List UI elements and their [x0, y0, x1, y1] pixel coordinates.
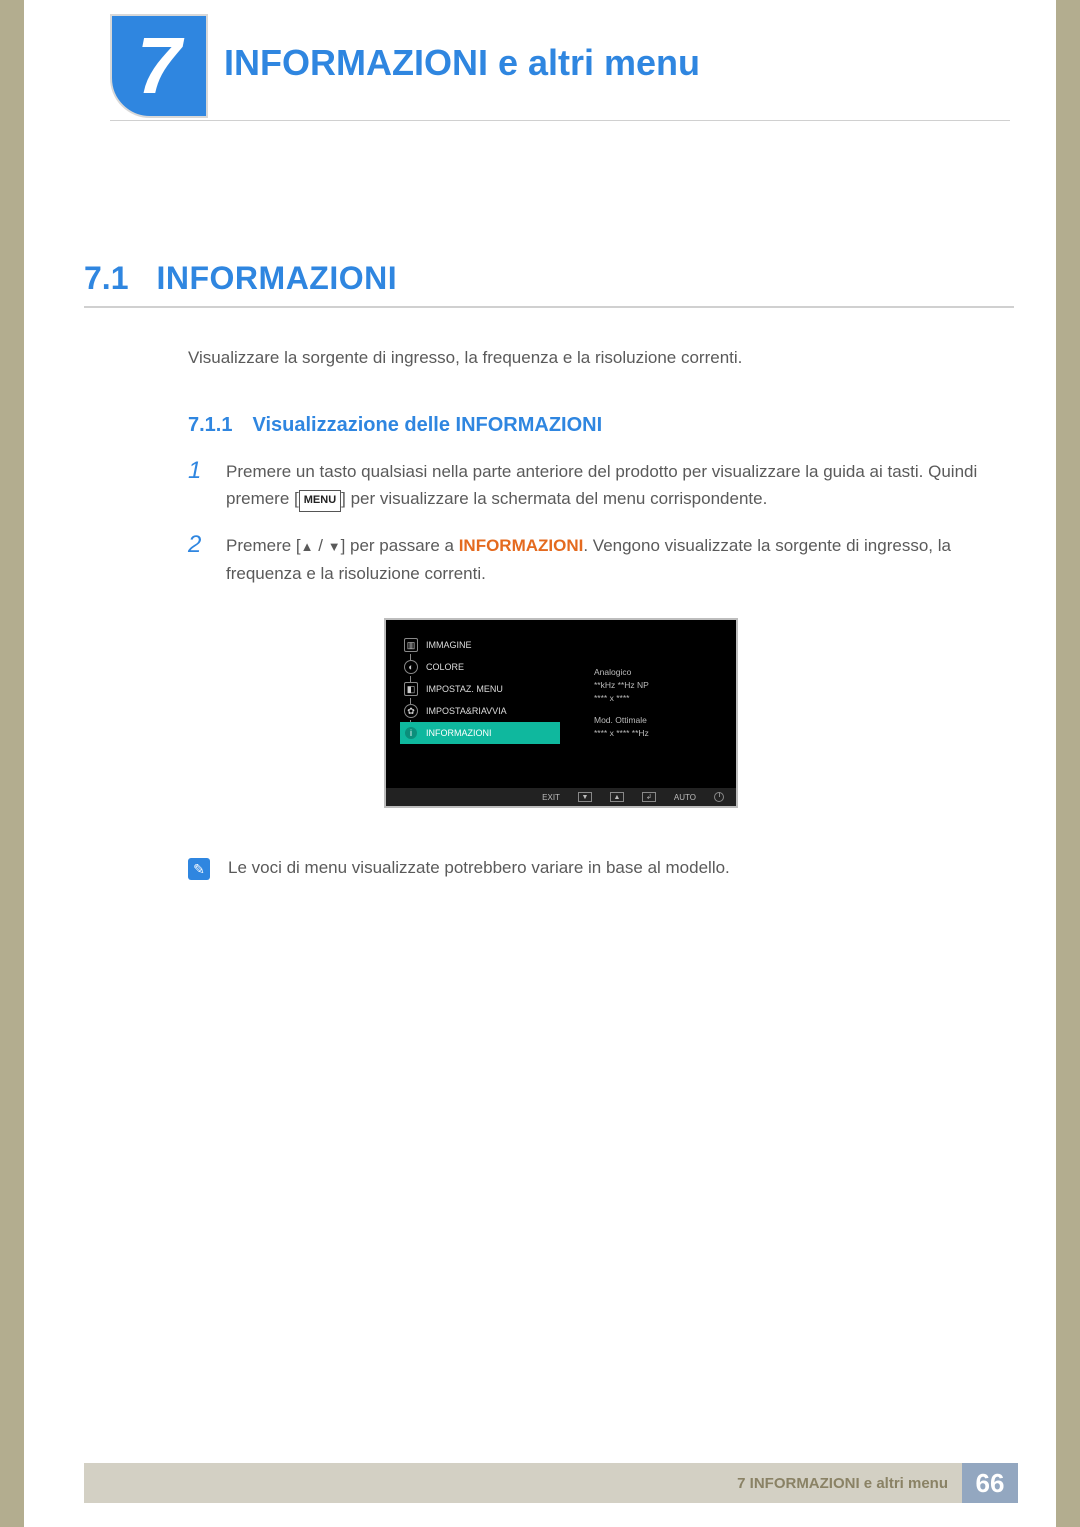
subsection-heading: 7.1.1 Visualizzazione delle INFORMAZIONI [188, 414, 602, 437]
osd-info-freq: **kHz **Hz NP [594, 679, 714, 692]
step-number: 2 [188, 532, 210, 586]
step-2: 2 Premere [▲ / ▼] per passare a INFORMAZ… [188, 532, 1008, 586]
osd-screenshot: ▥ IMMAGINE ◐ COLORE ◧ IMPOSTAZ. MENU ✿ I… [384, 618, 738, 808]
chapter-title: INFORMAZIONI e altri menu [224, 42, 700, 84]
subsection-title: Visualizzazione delle INFORMAZIONI [252, 414, 602, 437]
arrow-up-icon: ▲ [301, 539, 314, 554]
osd-item-informazioni: i INFORMAZIONI [400, 722, 560, 744]
note: ✎ Le voci di menu visualizzate potrebber… [188, 858, 730, 880]
chapter-underline [110, 120, 1010, 121]
section-number: 7.1 [84, 260, 128, 297]
arrow-down-icon: ▼ [328, 539, 341, 554]
osd-down-icon: ▼ [578, 792, 592, 802]
osd-item-label: IMPOSTAZ. MENU [426, 684, 503, 694]
page-footer: 7 INFORMAZIONI e altri menu 66 [84, 1463, 1018, 1503]
step-text-mid: ] per passare a [341, 536, 459, 555]
osd-item-label: INFORMAZIONI [426, 728, 492, 738]
step-text-post: ] per visualizzare la schermata del menu… [341, 489, 767, 508]
osd-enter-icon: ↲ [642, 792, 656, 802]
page: 7 INFORMAZIONI e altri menu 7.1 INFORMAZ… [24, 0, 1056, 1527]
osd-info-optimal-label: Mod. Ottimale [594, 714, 714, 727]
section-heading: 7.1 INFORMAZIONI [84, 260, 397, 297]
note-text: Le voci di menu visualizzate potrebbero … [228, 858, 730, 878]
osd-footer-auto: AUTO [674, 793, 696, 802]
osd-info-optimal-value: **** x **** **Hz [594, 727, 714, 740]
color-icon: ◐ [404, 660, 418, 674]
osd-item-imposta-riavvia: ✿ IMPOSTA&RIAVVIA [400, 700, 560, 722]
osd-item-impostaz-menu: ◧ IMPOSTAZ. MENU [400, 678, 560, 700]
osd-item-label: COLORE [426, 662, 464, 672]
osd-item-immagine: ▥ IMMAGINE [400, 634, 560, 656]
menu-settings-icon: ◧ [404, 682, 418, 696]
step-text-pre: Premere [ [226, 536, 301, 555]
osd-item-label: IMMAGINE [426, 640, 472, 650]
osd-info-source: Analogico [594, 666, 714, 679]
osd-up-icon: ▲ [610, 792, 624, 802]
menu-button-label: MENU [299, 490, 341, 512]
section-underline [84, 306, 1014, 308]
footer-caption: 7 INFORMAZIONI e altri menu [84, 1463, 962, 1503]
reset-icon: ✿ [404, 704, 418, 718]
step-highlight: INFORMAZIONI [459, 536, 584, 555]
osd-item-label: IMPOSTA&RIAVVIA [426, 706, 507, 716]
info-icon: i [404, 726, 418, 740]
osd-power-icon [714, 792, 724, 802]
picture-icon: ▥ [404, 638, 418, 652]
step-1: 1 Premere un tasto qualsiasi nella parte… [188, 458, 1008, 512]
footer-page-number: 66 [962, 1463, 1018, 1503]
section-title: INFORMAZIONI [156, 260, 397, 297]
note-icon: ✎ [188, 858, 210, 880]
section-description: Visualizzare la sorgente di ingresso, la… [188, 348, 742, 368]
step-text: Premere un tasto qualsiasi nella parte a… [226, 458, 1008, 512]
step-text: Premere [▲ / ▼] per passare a INFORMAZIO… [226, 532, 1008, 586]
osd-info-res: **** x **** [594, 692, 714, 705]
subsection-number: 7.1.1 [188, 414, 232, 437]
chapter-number-tab: 7 [110, 14, 208, 118]
osd-footer-exit: EXIT [542, 793, 560, 802]
step-number: 1 [188, 458, 210, 512]
osd-footer: EXIT ▼ ▲ ↲ AUTO [386, 788, 736, 806]
steps-list: 1 Premere un tasto qualsiasi nella parte… [188, 458, 1008, 607]
chapter-number: 7 [137, 26, 182, 106]
osd-menu: ▥ IMMAGINE ◐ COLORE ◧ IMPOSTAZ. MENU ✿ I… [400, 634, 560, 744]
osd-info-panel: Analogico **kHz **Hz NP **** x **** Mod.… [594, 666, 714, 740]
osd-item-colore: ◐ COLORE [400, 656, 560, 678]
